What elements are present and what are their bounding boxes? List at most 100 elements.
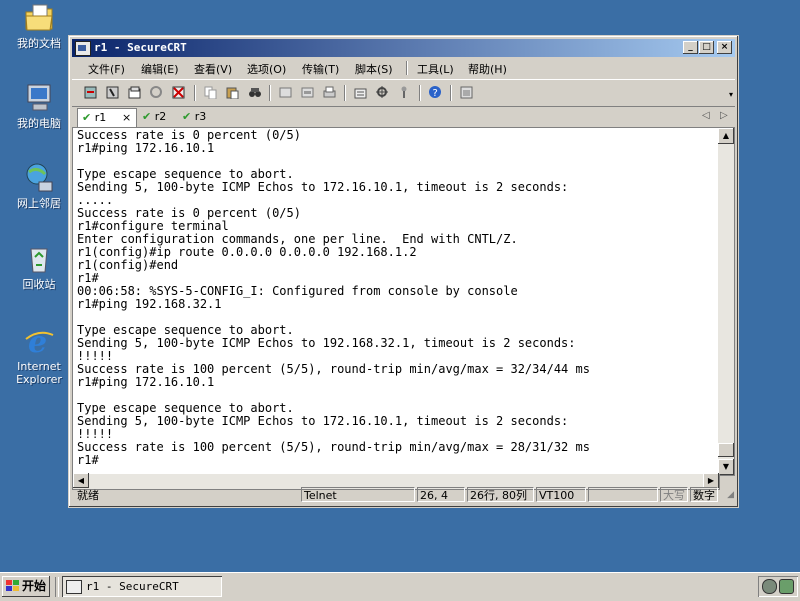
title-bar[interactable]: r1 - SecureCRT _ □ × [72, 39, 735, 57]
help-icon: ? [429, 86, 441, 99]
terminal-line: r1#configure terminal [77, 219, 229, 233]
desktop-icon-recycle-bin[interactable]: 回收站 [8, 243, 70, 291]
terminal-line: Sending 5, 100-byte ICMP Echos to 192.16… [77, 336, 576, 350]
tab-r2[interactable]: ✔ r2 [142, 108, 176, 126]
toolbar-overflow-icon[interactable]: ▾ [729, 90, 733, 99]
taskbar-item-securecrt[interactable]: r1 - SecureCRT [62, 576, 222, 597]
start-button[interactable]: 开始 [2, 576, 50, 597]
global-options-button[interactable] [374, 84, 391, 101]
menu-file[interactable]: 文件(F) [88, 61, 125, 77]
tab-r1[interactable]: ✔ r1 × [77, 108, 137, 127]
tab-next-icon[interactable]: ▷ [720, 110, 728, 121]
terminal-area[interactable]: Success rate is 0 percent (0/5) r1#ping … [72, 127, 720, 476]
menu-transfer[interactable]: 传输(T) [302, 61, 339, 77]
tab-r3[interactable]: ✔ r3 [182, 108, 216, 126]
print-button[interactable] [321, 84, 338, 101]
copy-button[interactable] [202, 84, 219, 101]
scroll-thumb[interactable] [718, 443, 734, 457]
ie-icon: e [23, 325, 55, 360]
scroll-down-button[interactable]: ▼ [718, 459, 734, 475]
status-emulation: VT100 [536, 487, 586, 502]
connected-check-icon: ✔ [182, 110, 192, 123]
printer-icon [323, 86, 336, 98]
status-terminal-size: 26行, 80列 [467, 487, 534, 502]
desktop-icon-label: 我的电脑 [17, 117, 61, 130]
desktop-icon-my-documents[interactable]: 我的文档 [8, 2, 70, 50]
status-bar: 就绪 Telnet 26, 4 26行, 80列 VT100 大写 数字 ◢ [72, 486, 735, 504]
toolbar-separator [450, 85, 452, 101]
menu-tools[interactable]: 工具(L) [417, 61, 454, 77]
quick-connect-icon [106, 86, 119, 99]
windows-flag-icon [6, 580, 19, 591]
about-button[interactable] [458, 84, 475, 101]
svg-text:?: ? [433, 88, 438, 99]
maximize-button[interactable]: □ [699, 41, 714, 54]
window-icon [460, 86, 473, 99]
terminal-line: Success rate is 0 percent (0/5) [77, 128, 301, 142]
terminal-line: Success rate is 100 percent (5/5), round… [77, 362, 590, 376]
computer-icon [23, 82, 55, 114]
print-screen-icon [279, 87, 292, 98]
status-caps-lock: 大写 [660, 487, 688, 502]
print-screen-button[interactable] [277, 84, 294, 101]
terminal-line: Sending 5, 100-byte ICMP Echos to 172.16… [77, 180, 569, 194]
menu-view[interactable]: 查看(V) [194, 61, 232, 77]
print-selection-button[interactable] [299, 84, 316, 101]
terminal-line: Enter configuration commands, one per li… [77, 232, 518, 246]
toolbar-separator [194, 85, 196, 101]
disconnect-button[interactable] [170, 84, 187, 101]
reconnect-icon [150, 86, 162, 98]
help-button[interactable]: ? [427, 84, 444, 101]
securecrt-icon [66, 580, 82, 594]
print-selection-icon [301, 87, 314, 98]
reconnect-button[interactable] [148, 84, 165, 101]
session-options-button[interactable] [352, 84, 369, 101]
status-ready: 就绪 [77, 489, 99, 502]
status-protocol: Telnet [301, 487, 415, 502]
tab-label: r3 [194, 110, 207, 123]
menu-script[interactable]: 脚本(S) [355, 61, 393, 77]
taskbar-item-label: r1 - SecureCRT [86, 580, 179, 593]
system-tray [758, 576, 798, 597]
gear-icon [376, 86, 388, 98]
terminal-line: !!!!! [77, 349, 114, 363]
resize-grip-icon[interactable]: ◢ [727, 490, 734, 500]
status-blank [588, 487, 658, 502]
terminal-line: r1# [77, 271, 99, 285]
tray-status-icon[interactable] [762, 579, 777, 594]
keymap-button[interactable] [396, 84, 413, 101]
terminal-line: Success rate is 0 percent (0/5) [77, 206, 301, 220]
disconnect-icon [172, 86, 185, 99]
taskbar-separator [55, 577, 59, 597]
tab-close-icon[interactable]: × [122, 109, 131, 127]
tray-network-icon[interactable] [779, 579, 794, 594]
toolbar-separator [269, 85, 271, 101]
network-icon [23, 162, 55, 194]
vertical-scrollbar[interactable]: ▲ ▼ [718, 127, 735, 476]
minimize-button[interactable]: _ [683, 41, 698, 54]
desktop-icon-network[interactable]: 网上邻居 [8, 162, 70, 210]
desktop-icon-internet-explorer[interactable]: e Internet Explorer [8, 325, 70, 386]
scroll-up-button[interactable]: ▲ [718, 128, 734, 144]
close-button[interactable]: × [717, 41, 732, 54]
quick-connect-button[interactable] [104, 84, 121, 101]
menu-edit[interactable]: 编辑(E) [141, 61, 179, 77]
status-cursor-position: 26, 4 [417, 487, 465, 502]
connect-button[interactable] [82, 84, 99, 101]
connect-in-tab-button[interactable] [126, 84, 143, 101]
menu-help[interactable]: 帮助(H) [468, 61, 507, 77]
start-label: 开始 [22, 579, 47, 593]
paste-button[interactable] [224, 84, 241, 101]
desktop-icon-my-computer[interactable]: 我的电脑 [8, 82, 70, 130]
tab-label: r2 [154, 110, 167, 123]
menu-options[interactable]: 选项(O) [247, 61, 286, 77]
session-tab-bar: ✔ r1 × ✔ r2 ✔ r3 ◁ ▷ [72, 106, 735, 127]
tab-prev-icon[interactable]: ◁ [702, 110, 710, 121]
status-num-lock: 数字 [690, 487, 718, 502]
terminal-line: ..... [77, 193, 114, 207]
menu-separator [406, 61, 408, 75]
terminal-output: Success rate is 0 percent (0/5) r1#ping … [77, 129, 590, 467]
terminal-line: r1#ping 172.16.10.1 [77, 375, 215, 389]
app-icon[interactable] [75, 41, 91, 56]
find-button[interactable] [246, 84, 263, 101]
